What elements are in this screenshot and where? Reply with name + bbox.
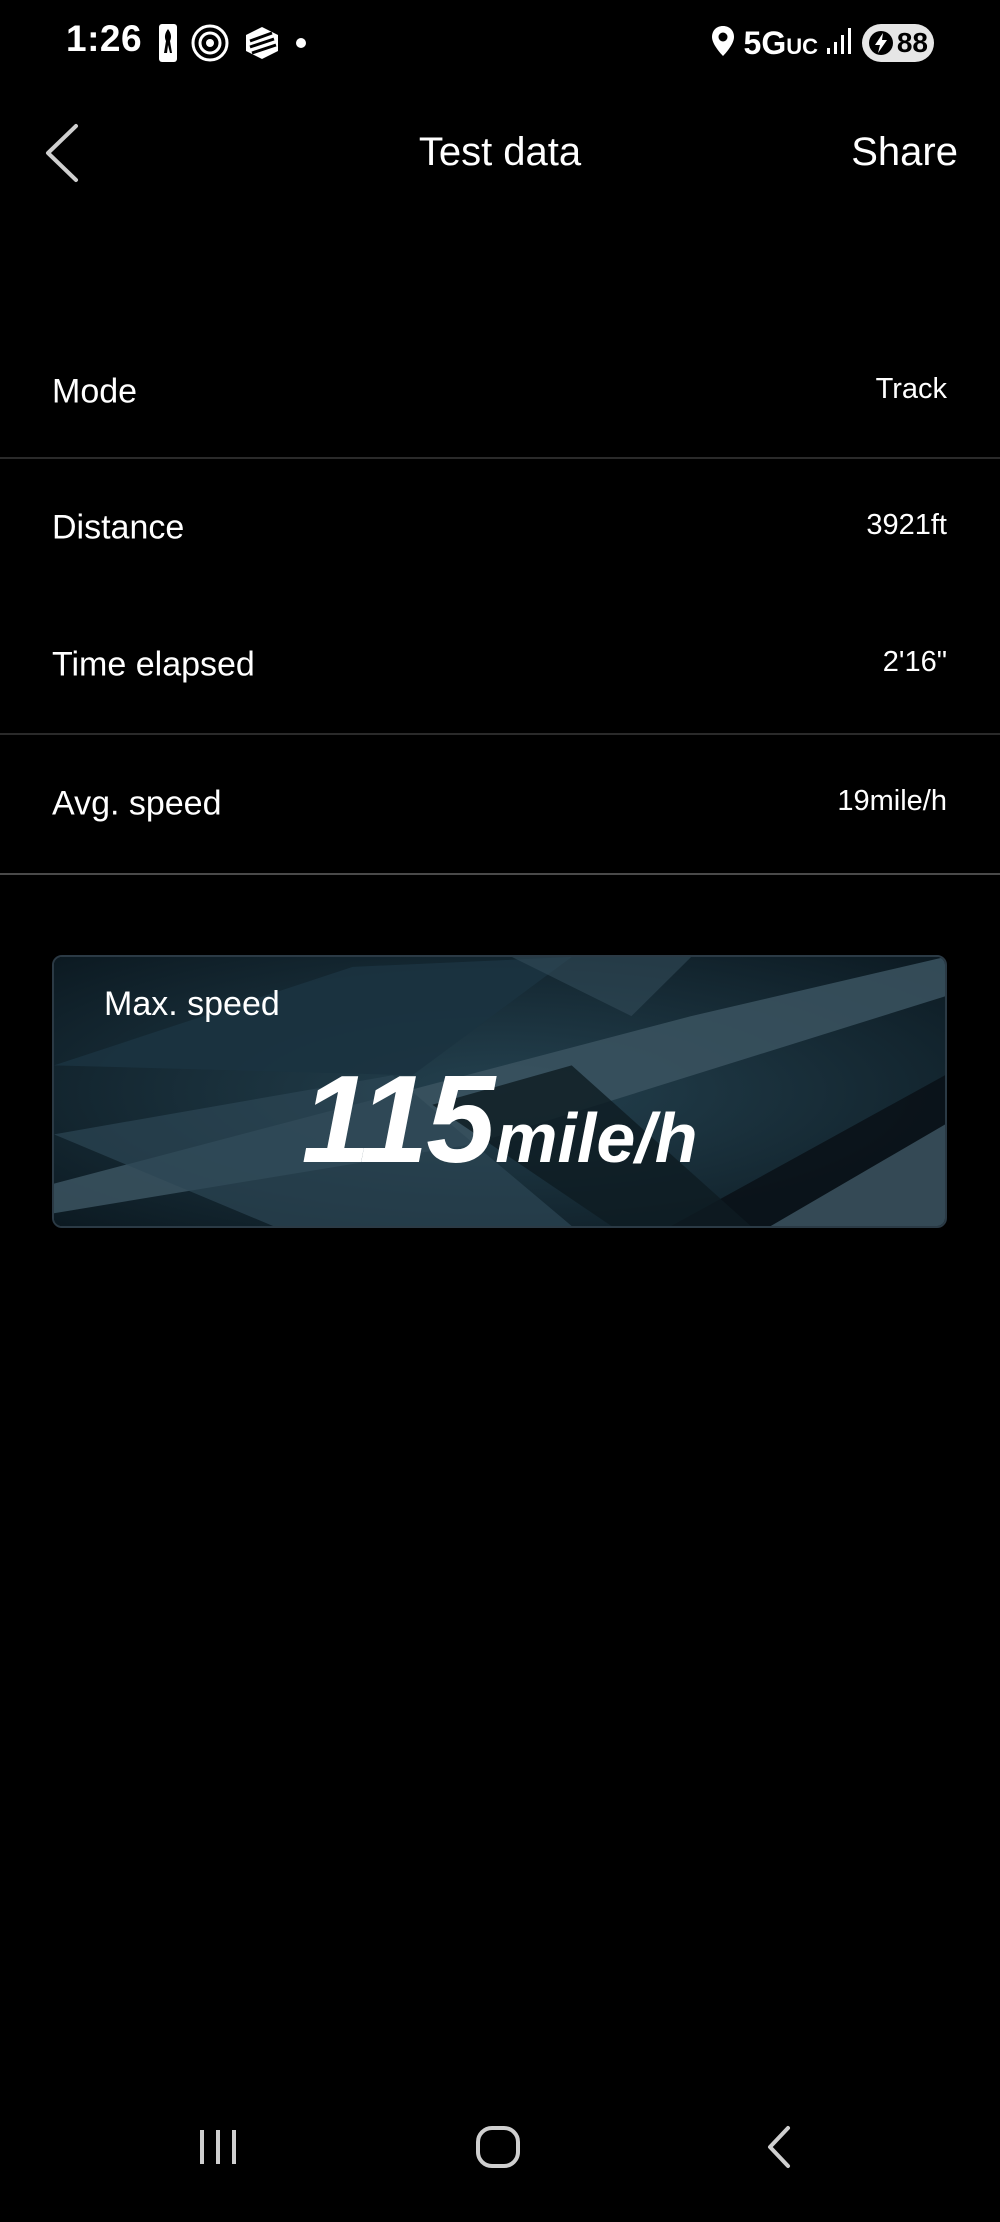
max-speed-card: Max. speed 115mile/h xyxy=(52,955,947,1228)
recent-apps-button[interactable] xyxy=(178,2116,258,2186)
signal-icon xyxy=(826,26,854,61)
battery-level: 88 xyxy=(896,27,928,58)
network-type: 5GUC xyxy=(743,24,818,61)
home-icon xyxy=(458,2116,538,2176)
row-label: Time elapsed xyxy=(52,645,255,684)
max-speed-unit: mile/h xyxy=(495,1099,698,1177)
app-header: Test data Share xyxy=(0,100,1000,210)
row-time-elapsed: Time elapsed 2'16" xyxy=(0,597,1000,733)
threads-icon xyxy=(190,23,230,63)
max-speed-value: 115 xyxy=(301,1051,496,1189)
chevron-left-icon xyxy=(38,124,88,192)
test-data-list: Mode Track Distance 3921ft Time elapsed … xyxy=(0,327,1000,875)
row-label: Avg. speed xyxy=(52,784,222,823)
row-label: Mode xyxy=(52,372,138,411)
location-icon xyxy=(710,24,736,63)
status-time: 1:26 xyxy=(66,18,143,59)
status-system-icons: 5GUC 88 xyxy=(710,22,934,64)
row-value: 2'16" xyxy=(882,645,947,678)
system-nav-bar xyxy=(0,2092,1000,2222)
max-speed-label: Max. speed xyxy=(104,985,280,1023)
nba-icon xyxy=(158,23,178,63)
status-bar: 1:26 5GUC 88 xyxy=(0,0,1000,88)
row-value: Track xyxy=(875,372,947,405)
row-distance: Distance 3921ft xyxy=(0,459,1000,597)
battery-charging-icon xyxy=(868,30,894,63)
cube-app-icon xyxy=(242,23,282,63)
back-nav-button[interactable] xyxy=(740,2116,820,2186)
status-notification-icons xyxy=(158,22,308,64)
divider xyxy=(0,873,1000,875)
recent-apps-icon xyxy=(178,2116,258,2176)
row-avg-speed: Avg. speed 19mile/h xyxy=(0,735,1000,873)
row-value: 19mile/h xyxy=(837,784,947,817)
row-label: Distance xyxy=(52,508,185,547)
page-title: Test data xyxy=(418,130,582,174)
notification-dot-icon xyxy=(294,36,308,50)
home-button[interactable] xyxy=(458,2116,538,2186)
max-speed-readout: 115mile/h xyxy=(54,1049,945,1191)
row-mode: Mode Track xyxy=(0,327,1000,457)
back-icon xyxy=(740,2116,820,2176)
row-value: 3921ft xyxy=(866,508,947,541)
battery-indicator: 88 xyxy=(862,24,934,62)
share-button[interactable]: Share xyxy=(851,130,958,175)
